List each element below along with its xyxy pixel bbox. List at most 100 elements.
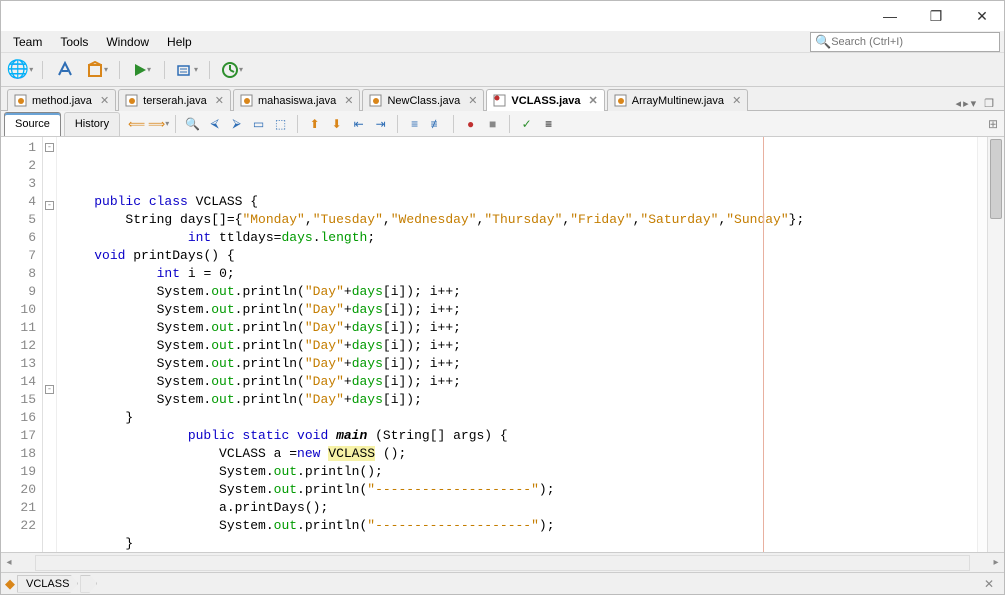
- tabs-prev-icon[interactable]: ◂: [956, 97, 962, 110]
- comment-icon[interactable]: ≡: [406, 115, 423, 132]
- file-tab-label: terserah.java: [143, 95, 207, 107]
- java-file-icon: [240, 94, 253, 107]
- line-number-gutter: 12345678910111213141516171819202122: [1, 137, 43, 552]
- breadcrumb-close-icon[interactable]: ✕: [984, 577, 1000, 591]
- find-icon[interactable]: 🔍: [184, 115, 201, 132]
- file-tab[interactable]: terserah.java ✕: [118, 89, 231, 111]
- validate-icon[interactable]: ✓: [518, 115, 535, 132]
- code-line[interactable]: System.out.println("--------------------…: [63, 481, 977, 499]
- breadcrumb-class[interactable]: VCLASS: [17, 575, 78, 593]
- search-icon: 🔍: [815, 34, 831, 50]
- code-line[interactable]: System.out.println();: [63, 463, 977, 481]
- debug-icon[interactable]: ▾: [174, 57, 200, 83]
- stop-macro-icon[interactable]: ■: [484, 115, 501, 132]
- toggle-highlight-icon[interactable]: ⬚: [272, 115, 289, 132]
- print-margin: [763, 137, 764, 552]
- code-line[interactable]: }: [63, 535, 977, 552]
- code-area[interactable]: public class VCLASS { String days[]={"Mo…: [57, 137, 977, 552]
- code-line[interactable]: System.out.println("Day"+days[i]); i++;: [63, 337, 977, 355]
- minimize-button[interactable]: —: [876, 5, 904, 27]
- tab-source[interactable]: Source: [4, 112, 61, 136]
- code-line[interactable]: System.out.println("Day"+days[i]);: [63, 391, 977, 409]
- file-tab-label: mahasiswa.java: [258, 95, 336, 107]
- tab-close-icon[interactable]: ✕: [344, 94, 353, 107]
- code-line[interactable]: System.out.println("Day"+days[i]); i++;: [63, 355, 977, 373]
- code-line[interactable]: System.out.println("Day"+days[i]); i++;: [63, 283, 977, 301]
- code-line[interactable]: String days[]={"Monday","Tuesday","Wedne…: [63, 211, 977, 229]
- maximize-editor-icon[interactable]: ❐: [984, 97, 994, 110]
- shift-left-icon[interactable]: ⇤: [350, 115, 367, 132]
- file-tab[interactable]: NewClass.java ✕: [362, 89, 484, 111]
- editor-tabs: method.java✕terserah.java✕mahasiswa.java…: [1, 87, 1004, 111]
- next-edit-icon[interactable]: ⬇: [328, 115, 345, 132]
- file-tab-label: NewClass.java: [387, 95, 460, 107]
- fold-gutter[interactable]: - - -: [43, 137, 57, 552]
- back-icon[interactable]: ⟸: [128, 115, 145, 132]
- fold-toggle-icon[interactable]: -: [45, 143, 54, 152]
- overview-ruler: [977, 137, 987, 552]
- code-line[interactable]: int ttldays=days.length;: [63, 229, 977, 247]
- java-dirty-icon: [493, 94, 506, 107]
- code-line[interactable]: System.out.println("Day"+days[i]); i++;: [63, 301, 977, 319]
- menu-tools[interactable]: Tools: [52, 33, 96, 51]
- menu-team[interactable]: Team: [5, 33, 50, 51]
- fold-toggle-icon[interactable]: -: [45, 201, 54, 210]
- split-editor-icon[interactable]: ⊞: [988, 117, 1004, 131]
- tabs-list-icon[interactable]: ▾: [971, 97, 977, 110]
- file-tab[interactable]: VCLASS.java ✕: [486, 89, 604, 111]
- code-line[interactable]: System.out.println("--------------------…: [63, 517, 977, 535]
- menu-bar: TeamToolsWindowHelp 🔍: [1, 31, 1004, 53]
- globe-icon[interactable]: 🌐▾: [7, 57, 33, 83]
- editor-sub-toolbar: Source History ⟸ ⟹▾ 🔍 ⮘ ⮚ ▭ ⬚ ⬆ ⬇ ⇤ ⇥ ≡ …: [1, 111, 1004, 137]
- breadcrumb-next[interactable]: [80, 575, 97, 593]
- java-file-icon: [369, 94, 382, 107]
- main-toolbar: 🌐▾ ▾ ▾ ▾ ▾: [1, 53, 1004, 87]
- maximize-button[interactable]: ❐: [922, 5, 950, 27]
- file-tab[interactable]: method.java✕: [7, 89, 116, 111]
- prev-bookmark-icon[interactable]: ⮘: [206, 115, 223, 132]
- code-line[interactable]: a.printDays();: [63, 499, 977, 517]
- horizontal-scrollbar[interactable]: ◂ ▸: [1, 552, 1004, 572]
- next-bookmark-icon[interactable]: ⮚: [228, 115, 245, 132]
- code-editor[interactable]: 12345678910111213141516171819202122 - -- …: [1, 137, 1004, 552]
- java-file-icon: [614, 94, 627, 107]
- forward-icon[interactable]: ⟹▾: [150, 115, 167, 132]
- tab-close-icon[interactable]: ✕: [468, 94, 477, 107]
- tab-close-icon[interactable]: ✕: [215, 94, 224, 107]
- tab-close-icon[interactable]: ✕: [100, 94, 109, 107]
- file-tab[interactable]: ArrayMultinew.java✕: [607, 89, 749, 111]
- tab-close-icon[interactable]: ✕: [732, 94, 741, 107]
- tabs-next-icon[interactable]: ▸: [963, 97, 969, 110]
- code-line[interactable]: VCLASS a =new VCLASS ();: [63, 445, 977, 463]
- menu-window[interactable]: Window: [98, 33, 157, 51]
- profile-icon[interactable]: ▾: [219, 57, 245, 83]
- toggle-bookmark-icon[interactable]: ▭: [250, 115, 267, 132]
- menu-help[interactable]: Help: [159, 33, 200, 51]
- code-line[interactable]: System.out.println("Day"+days[i]); i++;: [63, 319, 977, 337]
- options-icon[interactable]: ≡: [540, 115, 557, 132]
- code-line[interactable]: void printDays() {: [63, 247, 977, 265]
- tab-controls: ◂ ▸ ▾ ❐: [956, 97, 998, 110]
- code-line[interactable]: public class VCLASS {: [63, 193, 977, 211]
- close-button[interactable]: ✕: [968, 5, 996, 27]
- code-line[interactable]: int i = 0;: [63, 265, 977, 283]
- code-line[interactable]: }: [63, 409, 977, 427]
- fold-toggle-icon[interactable]: -: [45, 385, 54, 394]
- uncomment-icon[interactable]: ≢: [428, 115, 445, 132]
- search-input[interactable]: [831, 36, 991, 48]
- tab-close-icon[interactable]: ✕: [589, 94, 598, 107]
- start-macro-icon[interactable]: ●: [462, 115, 479, 132]
- file-tab-label: VCLASS.java: [511, 95, 580, 107]
- code-line[interactable]: System.out.println("Day"+days[i]); i++;: [63, 373, 977, 391]
- code-line[interactable]: public static void main (String[] args) …: [63, 427, 977, 445]
- breadcrumb-bar: ◆ VCLASS ✕: [1, 572, 1004, 594]
- tab-history[interactable]: History: [64, 112, 120, 136]
- vertical-scrollbar[interactable]: [987, 137, 1004, 552]
- run-icon[interactable]: ▾: [129, 57, 155, 83]
- shift-right-icon[interactable]: ⇥: [372, 115, 389, 132]
- global-search[interactable]: 🔍: [810, 32, 1000, 52]
- prev-edit-icon[interactable]: ⬆: [306, 115, 323, 132]
- build-icon[interactable]: [52, 57, 78, 83]
- clean-build-icon[interactable]: ▾: [84, 57, 110, 83]
- file-tab[interactable]: mahasiswa.java ✕: [233, 89, 360, 111]
